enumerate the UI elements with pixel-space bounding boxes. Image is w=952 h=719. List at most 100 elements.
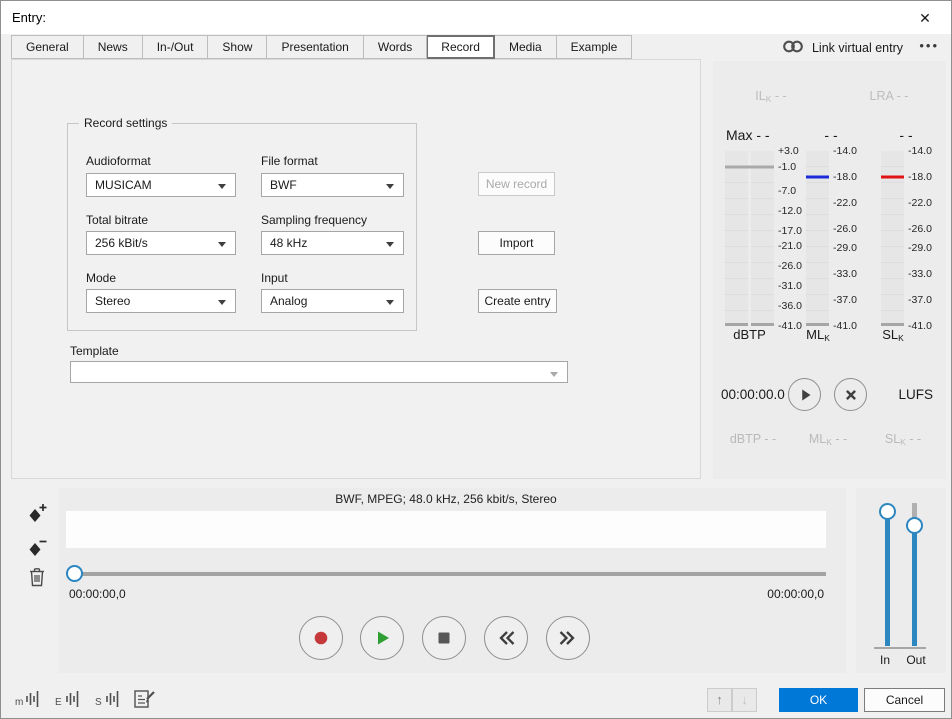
sl-target-line: [881, 175, 904, 178]
file-format-select[interactable]: BWF: [261, 173, 404, 197]
input-select[interactable]: Analog: [261, 289, 404, 313]
tab-general[interactable]: General: [11, 35, 84, 59]
ml-scale: -14.0-18.0-22.0-26.0-29.0-33.0-37.0-41.0: [833, 151, 863, 326]
ok-button[interactable]: OK: [779, 688, 858, 712]
scale-tick: -26.0: [908, 223, 932, 235]
mode-label: Mode: [86, 271, 116, 285]
monitor-play-button[interactable]: [788, 378, 821, 411]
trash-icon: [26, 565, 48, 589]
tab-in-out[interactable]: In-/Out: [143, 35, 209, 59]
mode-value: Stereo: [95, 294, 130, 308]
cancel-button[interactable]: Cancel: [864, 688, 945, 712]
in-slider-track[interactable]: [885, 512, 890, 646]
forward-button[interactable]: [546, 616, 590, 660]
loudness-meter-panel: ILK - - LRA - - Max - - - - - - +3.0-1.0…: [713, 61, 946, 479]
input-value: Analog: [270, 294, 307, 308]
svg-text:m: m: [15, 697, 23, 708]
tab-example[interactable]: Example: [557, 35, 633, 59]
mode-select[interactable]: Stereo: [86, 289, 236, 313]
move-down-button[interactable]: ↓: [732, 688, 757, 712]
dbtp-bar-right: [751, 151, 774, 326]
audioformat-select[interactable]: MUSICAM: [86, 173, 236, 197]
out-slider-track[interactable]: [912, 526, 917, 646]
out-label: Out: [900, 653, 932, 667]
diamond-plus-icon: [27, 502, 49, 526]
tab-show[interactable]: Show: [208, 35, 267, 59]
max-peak-readout: Max - -: [726, 127, 770, 143]
total-bitrate-value: 256 kBit/s: [95, 236, 148, 250]
record-settings-title: Record settings: [79, 116, 172, 130]
record-tab-panel: Record settings Audioformat MUSICAM File…: [11, 59, 701, 479]
sampling-frequency-label: Sampling frequency: [261, 213, 367, 227]
tab-media[interactable]: Media: [495, 35, 557, 59]
audio-format-info: BWF, MPEG; 48.0 kHz, 256 kbit/s, Stereo: [66, 492, 826, 506]
tab-words[interactable]: Words: [364, 35, 427, 59]
music-level-button[interactable]: m: [14, 687, 42, 711]
record-button[interactable]: [299, 616, 343, 660]
sl-unit-label: SLK: [872, 327, 914, 343]
rewind-button[interactable]: [484, 616, 528, 660]
scale-tick: -18.0: [908, 171, 932, 183]
ml-peak-readout: - -: [801, 127, 861, 143]
delete-button[interactable]: [26, 565, 48, 589]
total-bitrate-select[interactable]: 256 kBit/s: [86, 231, 236, 255]
forward-icon: [556, 626, 580, 650]
scale-tick: -26.0: [833, 223, 857, 235]
more-options-icon[interactable]: •••: [919, 38, 939, 53]
play-icon: [370, 626, 394, 650]
seek-handle[interactable]: [66, 565, 83, 582]
move-up-button[interactable]: ↑: [707, 688, 732, 712]
sampling-frequency-select[interactable]: 48 kHz: [261, 231, 404, 255]
scale-tick: -29.0: [908, 242, 932, 254]
scale-tick: -33.0: [833, 268, 857, 280]
total-bitrate-label: Total bitrate: [86, 213, 148, 227]
title-bar: Entry: ✕: [1, 1, 951, 34]
out-slider-handle[interactable]: [906, 517, 923, 534]
tab-record[interactable]: Record: [427, 35, 495, 59]
play-icon: [794, 384, 816, 406]
ml-measure-readout: MLK - -: [797, 432, 859, 447]
stop-icon: [432, 626, 456, 650]
edit-notes-button[interactable]: [132, 687, 160, 711]
scale-tick: -31.0: [778, 280, 802, 292]
in-slider-handle[interactable]: [879, 503, 896, 520]
tab-presentation[interactable]: Presentation: [267, 35, 363, 59]
seek-slider[interactable]: [66, 564, 826, 584]
edit-notes-icon: [132, 687, 160, 711]
effect-level-button[interactable]: E: [54, 687, 82, 711]
monitor-time: 00:00:00.0: [721, 387, 785, 402]
momentary-loudness-meter: -14.0-18.0-22.0-26.0-29.0-33.0-37.0-41.0: [806, 151, 863, 326]
sl-scale: -14.0-18.0-22.0-26.0-29.0-33.0-37.0-41.0: [908, 151, 938, 326]
create-entry-button[interactable]: Create entry: [478, 289, 557, 313]
tab-news[interactable]: News: [84, 35, 143, 59]
total-time: 00:00:00,0: [767, 587, 824, 601]
seek-track[interactable]: [69, 572, 826, 576]
in-label: In: [870, 653, 900, 667]
scale-tick: -29.0: [833, 242, 857, 254]
sampling-frequency-value: 48 kHz: [270, 236, 307, 250]
remove-marker-button[interactable]: [27, 536, 49, 560]
scale-tick: -36.0: [778, 300, 802, 312]
speech-level-button[interactable]: S: [94, 687, 122, 711]
new-record-button: New record: [478, 172, 555, 196]
x-icon: [840, 384, 862, 406]
player-panel: BWF, MPEG; 48.0 kHz, 256 kbit/s, Stereo …: [59, 488, 846, 673]
effect-level-icon: E: [54, 687, 82, 711]
integrated-loudness-readout: ILK - -: [729, 89, 813, 104]
rewind-icon: [494, 626, 518, 650]
close-icon[interactable]: ✕: [909, 7, 941, 29]
import-button[interactable]: Import: [478, 231, 555, 255]
music-level-icon: m: [14, 687, 42, 711]
stop-button[interactable]: [422, 616, 466, 660]
scale-tick: -22.0: [908, 197, 932, 209]
input-label: Input: [261, 271, 288, 285]
audioformat-label: Audioformat: [86, 154, 151, 168]
link-virtual-entry-button[interactable]: Link virtual entry: [782, 39, 903, 57]
dbtp-measure-readout: dBTP - -: [721, 432, 785, 446]
add-marker-button[interactable]: [27, 502, 49, 526]
play-button[interactable]: [360, 616, 404, 660]
template-label: Template: [70, 344, 119, 358]
template-select[interactable]: [70, 361, 568, 383]
monitor-cancel-button[interactable]: [834, 378, 867, 411]
scale-tick: -7.0: [778, 185, 796, 197]
